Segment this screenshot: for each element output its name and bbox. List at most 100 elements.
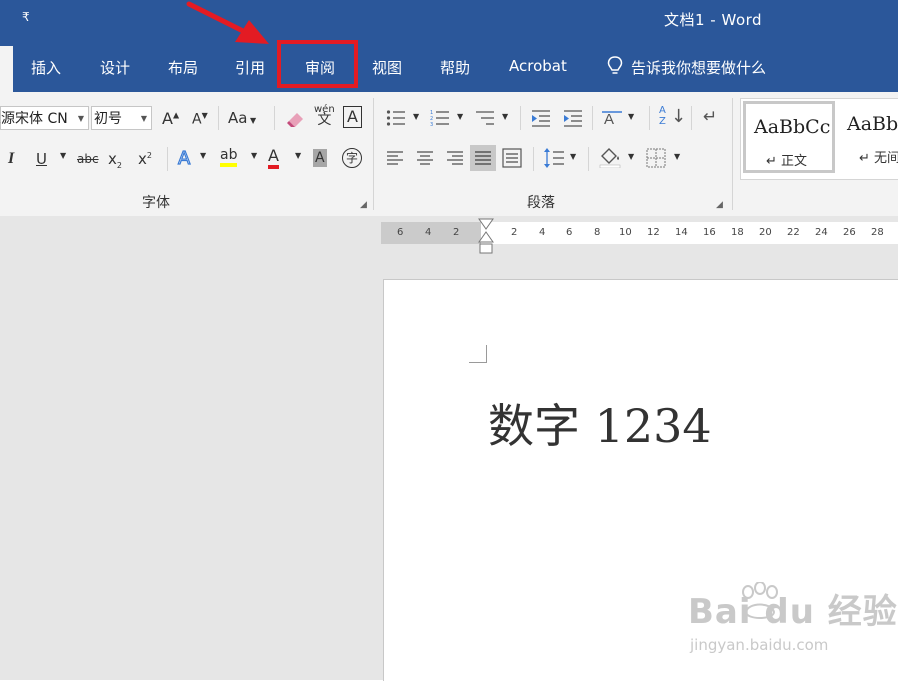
multilevel-list-icon[interactable] xyxy=(474,109,496,127)
text-effects-button[interactable]: A xyxy=(177,147,191,169)
quick-access-toolbar-dropdown-icon[interactable]: ₹ xyxy=(22,10,30,24)
phonetic-guide-button[interactable]: wén 文 xyxy=(314,104,335,127)
font-color-dropdown-icon[interactable]: ▼ xyxy=(295,151,301,160)
ruler-number: 4 xyxy=(425,227,432,238)
lightbulb-icon xyxy=(607,56,623,74)
tab-view[interactable]: 视图 xyxy=(372,57,402,78)
shrink-font-button[interactable]: A▼ xyxy=(192,111,208,128)
numbering-dropdown-icon[interactable]: ▼ xyxy=(457,112,463,121)
sort-button[interactable]: AZ xyxy=(659,105,666,127)
styles-gallery[interactable]: AaBbCc ↵ 正文 AaBb ↵ 无间 xyxy=(740,98,898,180)
justify-icon[interactable] xyxy=(474,150,492,166)
window-title: 文档1 - Word xyxy=(664,11,763,29)
group-separator xyxy=(373,98,374,210)
tab-design[interactable]: 设计 xyxy=(100,57,130,78)
increase-indent-icon[interactable] xyxy=(562,108,584,128)
style-name: ↵ 正文 xyxy=(766,154,808,169)
distributed-icon[interactable] xyxy=(502,148,522,168)
chevron-down-icon[interactable]: ▼ xyxy=(141,107,147,131)
tab-insert[interactable]: 插入 xyxy=(31,57,61,78)
align-left-icon[interactable] xyxy=(386,150,404,166)
strikethrough-button[interactable]: abc xyxy=(77,152,99,166)
separator xyxy=(167,147,168,171)
underline-dropdown-icon[interactable]: ▼ xyxy=(60,151,66,160)
separator xyxy=(691,106,692,130)
ruler-number: 6 xyxy=(397,227,404,238)
ruler-number: 10 xyxy=(619,227,632,238)
tab-acrobat[interactable]: Acrobat xyxy=(509,57,567,75)
baidu-jingyan-watermark: Bai du 经验 jingyan.baidu.com xyxy=(688,582,897,662)
ruler-number: 16 xyxy=(703,227,716,238)
annotation-arrow-icon xyxy=(186,1,269,44)
superscript-button[interactable]: x2 xyxy=(138,150,152,168)
clear-formatting-eraser-icon[interactable] xyxy=(283,107,307,131)
ruler-number: 28 xyxy=(871,227,884,238)
font-size-value: 初号 xyxy=(94,111,122,127)
borders-icon[interactable] xyxy=(646,148,666,168)
separator xyxy=(218,106,219,130)
title-bar xyxy=(0,0,898,42)
watermark-main-text: Bai du 经验 xyxy=(688,592,898,632)
style-normal[interactable]: AaBbCc ↵ 正文 xyxy=(743,101,835,173)
font-dialog-launcher-icon[interactable]: ◢ xyxy=(360,200,367,210)
separator xyxy=(274,106,275,130)
svg-text:3: 3 xyxy=(430,122,433,127)
shading-bucket-icon[interactable] xyxy=(598,146,622,168)
tab-home-edge[interactable] xyxy=(0,46,13,92)
show-hide-marks-icon[interactable]: ↵ xyxy=(703,107,717,127)
ruler-number: 6 xyxy=(566,227,573,238)
font-color-button[interactable]: A xyxy=(268,147,279,169)
character-border-button[interactable]: A xyxy=(343,106,362,128)
separator xyxy=(592,106,593,130)
grow-font-button[interactable]: A▲ xyxy=(162,109,179,128)
font-size-combo[interactable]: 初号 ▼ xyxy=(91,106,152,130)
highlight-dropdown-icon[interactable]: ▼ xyxy=(251,151,257,160)
tell-me-search[interactable]: 告诉我你想要做什么 xyxy=(631,57,766,78)
font-name-value: 思源宋体 CN xyxy=(0,111,68,127)
style-no-spacing[interactable]: AaBb ↵ 无间 xyxy=(839,101,898,173)
tab-help[interactable]: 帮助 xyxy=(440,57,470,78)
paragraph-dialog-launcher-icon[interactable]: ◢ xyxy=(716,200,723,210)
tab-layout[interactable]: 布局 xyxy=(168,57,198,78)
highlight-color-button[interactable]: ab xyxy=(220,147,238,167)
bullets-dropdown-icon[interactable]: ▼ xyxy=(413,112,419,121)
separator xyxy=(520,106,521,130)
multilevel-dropdown-icon[interactable]: ▼ xyxy=(502,112,508,121)
ruler-number: 20 xyxy=(759,227,772,238)
text-effects-dropdown-icon[interactable]: ▼ xyxy=(200,151,206,160)
italic-button[interactable]: I xyxy=(8,150,14,168)
indent-marker-icon[interactable] xyxy=(477,218,495,256)
change-case-button[interactable]: Aa ▼ xyxy=(228,109,256,127)
character-shading-button[interactable]: A xyxy=(313,149,327,167)
shading-dropdown-icon[interactable]: ▼ xyxy=(628,152,634,161)
align-right-icon[interactable] xyxy=(446,150,464,166)
subscript-button[interactable]: x2 xyxy=(108,150,122,170)
review-tab-highlight xyxy=(277,40,358,88)
numbering-icon[interactable]: 123 xyxy=(430,109,450,127)
style-name: ↵ 无间 xyxy=(859,151,898,166)
tab-references[interactable]: 引用 xyxy=(235,57,265,78)
chinese-layout-dropdown-icon[interactable]: ▼ xyxy=(628,112,634,121)
style-sample-text: AaBbCc xyxy=(754,116,831,138)
enclose-character-button[interactable]: 字 xyxy=(342,148,362,168)
separator xyxy=(649,106,650,130)
font-name-combo[interactable]: 思源宋体 CN ▼ xyxy=(0,106,89,130)
margin-corner-mark xyxy=(469,345,487,363)
group-separator xyxy=(732,98,733,210)
borders-dropdown-icon[interactable]: ▼ xyxy=(674,152,680,161)
ruler-number: 18 xyxy=(731,227,744,238)
line-spacing-dropdown-icon[interactable]: ▼ xyxy=(570,152,576,161)
bullets-icon[interactable] xyxy=(386,109,406,127)
underline-button[interactable]: U xyxy=(36,150,47,168)
line-spacing-icon[interactable] xyxy=(543,148,565,168)
svg-text:A: A xyxy=(604,111,614,128)
chinese-layout-icon[interactable]: A xyxy=(602,108,624,128)
document-body-text[interactable]: 数字 1234 xyxy=(488,390,712,456)
chevron-down-icon[interactable]: ▼ xyxy=(78,107,84,131)
align-center-icon[interactable] xyxy=(416,150,434,166)
ruler-number: 14 xyxy=(675,227,688,238)
ruler-number: 26 xyxy=(843,227,856,238)
ruler-number: 24 xyxy=(815,227,828,238)
ruler-number: 2 xyxy=(453,227,460,238)
decrease-indent-icon[interactable] xyxy=(530,108,552,128)
